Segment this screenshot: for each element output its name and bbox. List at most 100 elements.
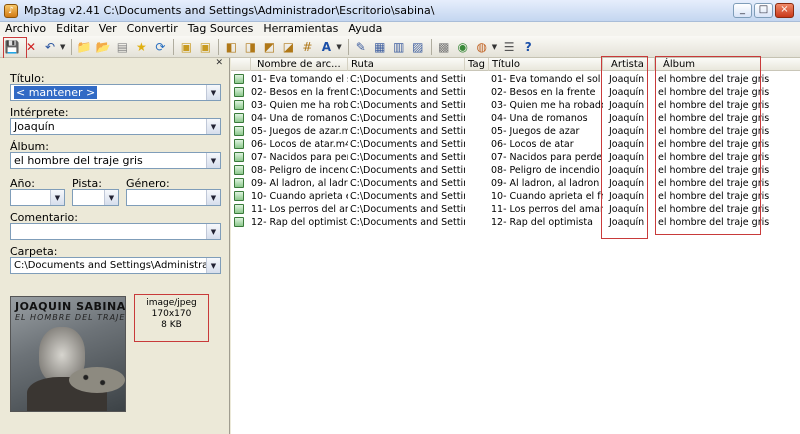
cell-title: 01- Eva tomando el sol — [491, 74, 601, 85]
pista-field[interactable]: ▼ — [72, 189, 119, 206]
extended-tags-icon[interactable]: ▦ — [371, 38, 389, 56]
chevron-down-icon[interactable]: ▼ — [206, 85, 220, 100]
autonumber-icon[interactable]: # — [298, 38, 316, 56]
menu-bar: Archivo Editar Ver Convertir Tag Sources… — [0, 22, 800, 36]
web-sources-icon[interactable]: ◍ — [473, 38, 491, 56]
cell-tag — [465, 177, 489, 190]
cell-filename: 06- Locos de atar.m4a — [251, 139, 348, 150]
cell-title: 07- Nacidos para perder — [491, 152, 603, 163]
menu-ver[interactable]: Ver — [94, 22, 122, 36]
title-bar: ♪ Mp3tag v2.41 C:\Documents and Settings… — [0, 0, 800, 22]
column-path[interactable]: Ruta — [348, 58, 465, 71]
cover-subtitle: EL HOMBRE DEL TRAJE GRIS — [15, 313, 126, 322]
menu-editar[interactable]: Editar — [51, 22, 94, 36]
cell-tag — [465, 138, 489, 151]
refresh-icon[interactable]: ⟳ — [151, 38, 169, 56]
cell-path: C:\Documents and Setting... — [350, 126, 465, 137]
add-files-icon[interactable]: 📂 — [94, 38, 112, 56]
audio-file-icon — [234, 113, 244, 123]
menu-archivo[interactable]: Archivo — [0, 22, 51, 36]
cell-tag — [465, 99, 489, 112]
tag-filename-icon[interactable]: ◧ — [222, 38, 240, 56]
cell-title: 02- Besos en la frente — [491, 87, 596, 98]
cell-filename: 01- Eva tomando el s... — [251, 74, 348, 85]
cell-path: C:\Documents and Setting... — [350, 165, 465, 176]
undo-dropdown-icon[interactable]: ▼ — [60, 43, 65, 51]
save-playlist-icon[interactable]: ▤ — [113, 38, 131, 56]
titulo-value: < mantener > — [14, 86, 98, 99]
menu-tag-sources[interactable]: Tag Sources — [183, 22, 259, 36]
chevron-down-icon[interactable]: ▼ — [104, 190, 118, 205]
album-field[interactable]: el hombre del traje gris ▼ — [10, 152, 221, 169]
tag-tag-icon[interactable]: ◪ — [279, 38, 297, 56]
cell-filename: 04- Una de romanos.... — [251, 113, 348, 124]
undo-icon[interactable]: ↶ — [41, 38, 59, 56]
cell-tag — [465, 164, 489, 177]
case-convert-icon[interactable]: A — [317, 38, 335, 56]
toolbar-separator — [173, 38, 175, 55]
audio-file-icon — [234, 74, 244, 84]
cell-filename: 12- Rap del optimista... — [251, 217, 348, 228]
menu-herramientas[interactable]: Herramientas — [258, 22, 343, 36]
chevron-down-icon[interactable]: ▼ — [206, 153, 220, 168]
chevron-down-icon[interactable]: ▼ — [206, 190, 220, 205]
import-icon[interactable]: ▣ — [196, 38, 214, 56]
freedb-icon[interactable]: ▩ — [435, 38, 453, 56]
toolbar: 💾 ✕ ↶ ▼ 📁 📂 ▤ ★ ⟳ ▣ ▣ ◧ ◨ ◩ ◪ # A ▼ ✎ ▦ … — [0, 36, 800, 58]
audio-file-icon — [234, 178, 244, 188]
add-favorite-icon[interactable]: ★ — [132, 38, 150, 56]
titulo-field[interactable]: < mantener > ▼ — [10, 84, 221, 101]
menu-convertir[interactable]: Convertir — [122, 22, 183, 36]
add-folder-icon[interactable]: 📁 — [75, 38, 93, 56]
close-button[interactable]: × — [775, 3, 794, 18]
chevron-down-icon[interactable]: ▼ — [50, 190, 64, 205]
icon-column-header[interactable] — [231, 58, 251, 71]
cell-title: 05- Juegos de azar — [491, 126, 580, 137]
audio-file-icon — [234, 165, 244, 175]
comentario-field[interactable]: ▼ — [10, 223, 221, 240]
help-icon[interactable]: ? — [519, 38, 537, 56]
ano-field[interactable]: ▼ — [10, 189, 65, 206]
close-panel-icon[interactable]: ✕ — [215, 58, 223, 68]
cell-filename: 09- Al ladron, al ladro... — [251, 178, 348, 189]
column-tag[interactable]: Tag — [465, 58, 489, 71]
sources-dropdown-icon[interactable]: ▼ — [492, 43, 497, 51]
audio-file-icon — [234, 152, 244, 162]
filter-icon[interactable]: ▥ — [390, 38, 408, 56]
interprete-field[interactable]: Joaquín ▼ — [10, 118, 221, 135]
columns-icon[interactable]: ▨ — [409, 38, 427, 56]
cell-tag — [465, 203, 489, 216]
cell-path: C:\Documents and Setting... — [350, 204, 465, 215]
cover-art[interactable]: JOAQUIN SABINA EL HOMBRE DEL TRAJE GRIS — [10, 296, 126, 412]
chevron-down-icon[interactable]: ▼ — [206, 224, 220, 239]
cell-path: C:\Documents and Setting... — [350, 74, 465, 85]
menu-ayuda[interactable]: Ayuda — [343, 22, 387, 36]
carpeta-field[interactable]: C:\Documents and Settings\Administrador\… — [10, 257, 221, 274]
image-info-highlight-box — [134, 294, 209, 342]
export-icon[interactable]: ▣ — [177, 38, 195, 56]
minimize-button[interactable]: _ — [733, 3, 752, 18]
genero-field[interactable]: ▼ — [126, 189, 221, 206]
cell-title: 06- Locos de atar — [491, 139, 574, 150]
maximize-button[interactable]: □ — [754, 3, 773, 18]
options-icon[interactable]: ☰ — [500, 38, 518, 56]
cell-filename: 08- Peligro de incendi... — [251, 165, 348, 176]
panel-header: ✕ — [0, 58, 229, 68]
discogs-icon[interactable]: ◉ — [454, 38, 472, 56]
chevron-down-icon[interactable]: ▼ — [206, 258, 220, 273]
edit-tag-icon[interactable]: ✎ — [352, 38, 370, 56]
column-filename[interactable]: Nombre de arc... — [251, 58, 348, 71]
cell-path: C:\Documents and Setting... — [350, 100, 465, 111]
cell-tag — [465, 73, 489, 86]
filename-tag-icon[interactable]: ◨ — [241, 38, 259, 56]
toolbar-separator — [71, 38, 73, 55]
text-tag-icon[interactable]: ◩ — [260, 38, 278, 56]
cell-path: C:\Documents and Setting... — [350, 152, 465, 163]
column-title[interactable]: Título — [489, 58, 603, 71]
cell-path: C:\Documents and Setting... — [350, 191, 465, 202]
cell-filename: 03- Quien me ha roba... — [251, 100, 348, 111]
cell-filename: 11- Los perros del am... — [251, 204, 348, 215]
cell-path: C:\Documents and Setting... — [350, 139, 465, 150]
case-dropdown-icon[interactable]: ▼ — [336, 43, 341, 51]
chevron-down-icon[interactable]: ▼ — [206, 119, 220, 134]
